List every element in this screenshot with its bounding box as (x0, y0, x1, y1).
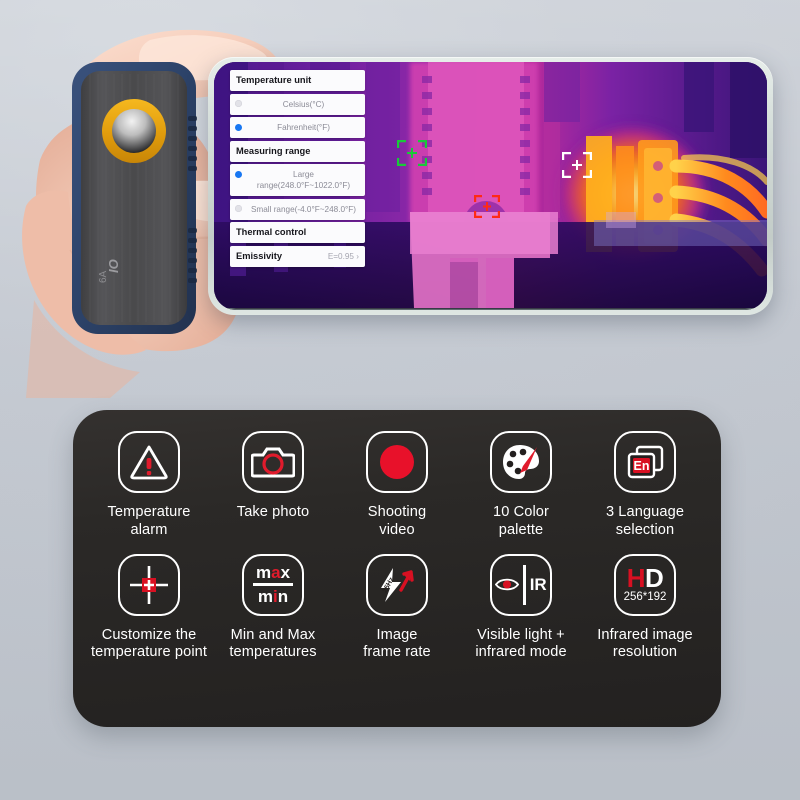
settings-header-temperature-unit: Temperature unit (230, 70, 365, 91)
feature-shooting-video[interactable]: Shooting video (338, 431, 456, 540)
feature-panel: Temperature alarm Take photo Shooting vide… (73, 410, 721, 727)
emissivity-value: E=0.95 › (327, 251, 359, 261)
feature-row-2: Customize the temperature point max min M… (73, 540, 721, 663)
center-spot-marker[interactable] (562, 152, 592, 178)
option-fahrenheit-label: Fahrenheit(°F) (277, 123, 330, 133)
feature-label: Infrared image resolution (597, 626, 693, 661)
feature-label: Min and Max temperatures (229, 626, 317, 661)
smartphone: Temperature unit Celsius(°C) Fahrenheit(… (208, 57, 773, 315)
feature-label: Temperature alarm (107, 504, 191, 538)
lens (112, 109, 156, 153)
radio-small-range[interactable] (235, 205, 242, 213)
feature-min-max-temperatures[interactable]: max min Min and Max temperatures (214, 553, 332, 663)
emissivity-label: Emissivity (236, 251, 282, 262)
feature-label: Visible light + infrared mode (475, 626, 567, 661)
svg-text:6A: 6A (98, 270, 109, 283)
feature-label: 10 Color palette (493, 504, 549, 538)
feature-label: Image frame rate (363, 626, 431, 661)
eye-ir-icon: IR (490, 553, 552, 616)
feature-temperature-alarm[interactable]: Temperature alarm (90, 431, 208, 540)
svg-text:En: En (634, 459, 650, 473)
feature-row-1: Temperature alarm Take photo Shooting vide… (73, 410, 721, 540)
hd-resolution-icon: HD 256*192 (614, 553, 676, 616)
warning-triangle-icon (118, 431, 180, 493)
radio-large-range[interactable] (235, 170, 242, 178)
feature-custom-temperature-point[interactable]: Customize the temperature point (90, 553, 208, 663)
feature-label: 3 Language selection (605, 504, 685, 538)
lightning-icon: 25Hz (366, 553, 428, 616)
cold-spot-marker[interactable] (397, 140, 427, 166)
hot-spot-marker[interactable] (474, 195, 500, 218)
camera-icon (242, 431, 304, 493)
settings-header-thermal-control: Thermal control (230, 222, 365, 244)
record-circle-icon (366, 431, 428, 493)
min-text: min (257, 586, 289, 606)
option-large-range[interactable]: Large range(248.0°F~1022.0°F) (230, 164, 365, 197)
option-fahrenheit[interactable]: Fahrenheit(°F) (230, 117, 365, 139)
feature-image-frame-rate[interactable]: 25Hz Image frame rate (338, 553, 456, 663)
palette-icon (490, 431, 552, 493)
crosshair-icon (118, 553, 180, 616)
option-small-range-label: Small range(-4.0°F~248.0°F) (250, 204, 357, 214)
feature-label: Take photo (236, 504, 310, 520)
feature-visible-infrared-mode[interactable]: IR Visible light + infrared mode (462, 553, 580, 663)
max-min-icon: max min (242, 553, 304, 616)
feature-language-selection[interactable]: En 3 Language selection (586, 431, 704, 540)
option-large-range-label: Large range(248.0°F~1022.0°F) (256, 170, 351, 191)
max-text: max (255, 562, 291, 582)
feature-label: Shooting video (367, 504, 427, 538)
radio-fahrenheit[interactable] (235, 123, 242, 131)
settings-panel[interactable]: Temperature unit Celsius(°C) Fahrenheit(… (230, 70, 365, 269)
phone-screen[interactable]: Temperature unit Celsius(°C) Fahrenheit(… (214, 62, 767, 310)
option-small-range[interactable]: Small range(-4.0°F~248.0°F) (230, 198, 365, 220)
feature-take-photo[interactable]: Take photo (214, 431, 332, 540)
radio-celsius[interactable] (235, 100, 242, 107)
setting-emissivity[interactable]: Emissivity E=0.95 › (230, 245, 365, 267)
thermal-camera-module: IO 6A (72, 62, 197, 334)
option-celsius[interactable]: Celsius(°C) (230, 93, 365, 115)
resolution-text: 256*192 (623, 591, 667, 604)
option-celsius-label: Celsius(°C) (282, 99, 325, 109)
eye-icon (495, 578, 520, 591)
feature-color-palette[interactable]: 10 Color palette (462, 431, 580, 540)
feature-infrared-resolution[interactable]: HD 256*192 Infrared image resolution (586, 553, 704, 663)
feature-label: Customize the temperature point (90, 626, 208, 661)
settings-header-measuring-range: Measuring range (230, 140, 365, 162)
language-cards-icon: En (614, 431, 676, 493)
ir-text: IR (529, 574, 547, 594)
